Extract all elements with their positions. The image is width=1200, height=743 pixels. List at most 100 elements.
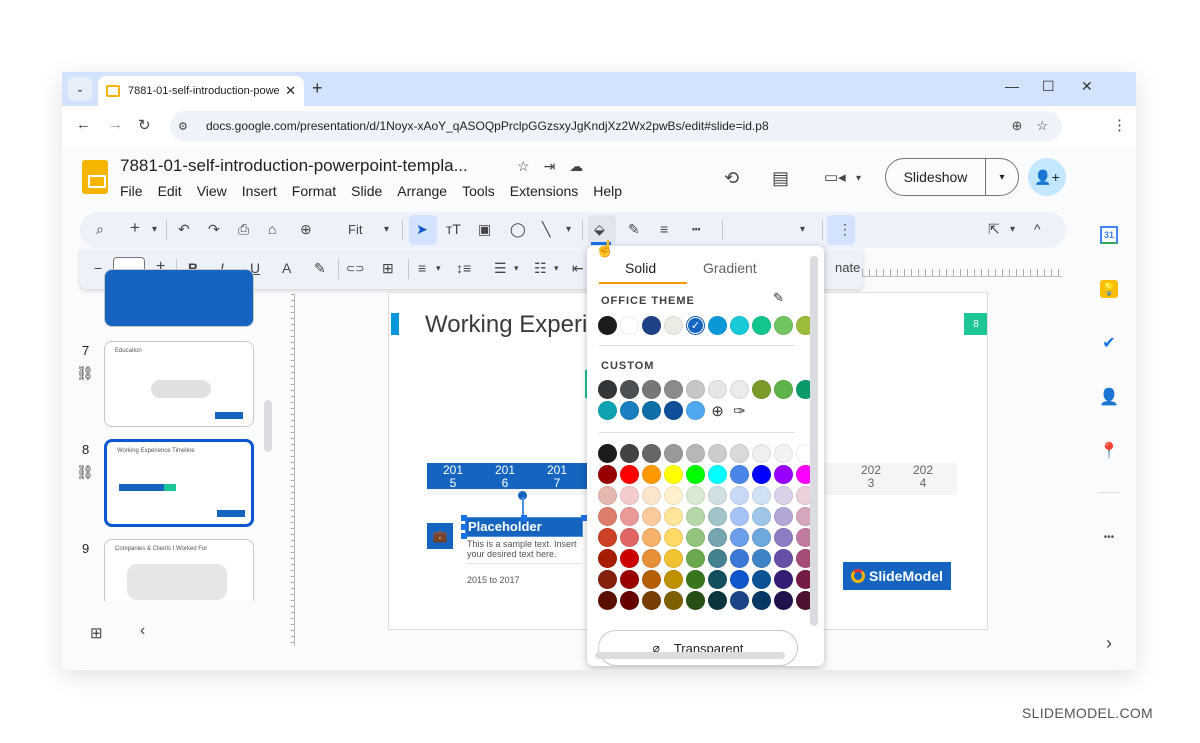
more-addons-icon[interactable]: ••• (1100, 528, 1118, 546)
palette-color-swatch[interactable] (686, 465, 705, 484)
tab-solid[interactable]: Solid (625, 260, 656, 276)
palette-color-swatch[interactable] (774, 444, 793, 463)
decrease-indent-icon[interactable]: ⇤ (572, 260, 584, 277)
palette-color-swatch[interactable] (598, 549, 617, 568)
menu-insert[interactable]: Insert (242, 183, 277, 199)
palette-color-swatch[interactable] (598, 570, 617, 589)
resize-handle[interactable] (461, 515, 467, 521)
browser-menu-icon[interactable]: ⋮ (1112, 116, 1127, 134)
collapse-toolbar-icon[interactable]: ^ (1034, 221, 1041, 237)
transparent-button[interactable]: ⌀ Transparent (598, 630, 798, 666)
palette-color-swatch[interactable] (642, 465, 661, 484)
theme-color-swatch[interactable] (774, 316, 793, 335)
custom-color-swatch[interactable] (620, 380, 639, 399)
menu-file[interactable]: File (120, 183, 143, 199)
tasks-icon[interactable]: ✔ (1100, 334, 1118, 352)
eyedropper-icon[interactable]: ✑ (730, 401, 749, 420)
redo-icon[interactable]: ↷ (208, 221, 220, 238)
filmstrip-scrollbar[interactable] (264, 400, 272, 452)
palette-color-swatch[interactable] (598, 486, 617, 505)
palette-color-swatch[interactable] (642, 549, 661, 568)
palette-color-swatch[interactable] (642, 528, 661, 547)
menu-tools[interactable]: Tools (462, 183, 495, 199)
url-text[interactable]: docs.google.com/presentation/d/1Noyx-xAo… (206, 119, 1011, 133)
share-button[interactable]: 👤+ (1028, 158, 1066, 196)
slide-thumbnail-7[interactable]: Education (104, 341, 254, 427)
palette-color-swatch[interactable] (664, 486, 683, 505)
palette-color-swatch[interactable] (774, 549, 793, 568)
palette-color-swatch[interactable] (664, 465, 683, 484)
move-folder-icon[interactable]: ⇥ (544, 158, 556, 175)
grid-view-icon[interactable]: ⊞ (90, 624, 103, 642)
collapse-filmstrip-icon[interactable]: ‹ (140, 622, 145, 640)
search-menus-icon[interactable]: ⌕ (96, 221, 104, 238)
numbered-dropdown-icon[interactable]: ▾ (554, 263, 559, 274)
palette-color-swatch[interactable] (730, 507, 749, 526)
popup-vertical-scrollbar[interactable] (810, 256, 818, 626)
palette-color-swatch[interactable] (752, 486, 771, 505)
body-text[interactable]: This is a sample text. Insert your desir… (467, 539, 587, 559)
palette-color-swatch[interactable] (752, 528, 771, 547)
palette-color-swatch[interactable] (708, 591, 727, 610)
line-icon[interactable]: ╲ (542, 221, 550, 238)
undo-icon[interactable]: ↶ (178, 221, 190, 238)
expand-side-panel-icon[interactable]: › (1100, 633, 1118, 653)
palette-color-swatch[interactable] (686, 591, 705, 610)
palette-color-swatch[interactable] (620, 570, 639, 589)
palette-color-swatch[interactable] (642, 486, 661, 505)
menu-slide[interactable]: Slide (351, 183, 382, 199)
edit-theme-icon[interactable]: ✎ (773, 290, 784, 306)
palette-color-swatch[interactable] (774, 570, 793, 589)
palette-color-swatch[interactable] (752, 465, 771, 484)
palette-color-swatch[interactable] (730, 486, 749, 505)
palette-color-swatch[interactable] (708, 465, 727, 484)
bookmark-star-icon[interactable]: ☆ (1036, 118, 1048, 134)
palette-color-swatch[interactable] (774, 507, 793, 526)
palette-color-swatch[interactable] (598, 591, 617, 610)
palette-color-swatch[interactable] (730, 570, 749, 589)
zoom-select[interactable]: Fit (348, 222, 362, 237)
address-bar[interactable]: ⚙ docs.google.com/presentation/d/1Noyx-x… (170, 111, 1062, 141)
resize-handle[interactable] (461, 524, 467, 530)
menu-arrange[interactable]: Arrange (397, 183, 447, 199)
custom-color-swatch[interactable] (686, 401, 705, 420)
resize-handle[interactable] (521, 515, 527, 521)
palette-color-swatch[interactable] (620, 507, 639, 526)
slide-thumbnail-9[interactable]: Companies & Clients I Worked For (104, 539, 254, 601)
palette-color-swatch[interactable] (642, 507, 661, 526)
align-dropdown-icon[interactable]: ▾ (436, 263, 441, 274)
palette-color-swatch[interactable] (598, 465, 617, 484)
zoom-dropdown-icon[interactable]: ▾ (384, 224, 389, 235)
tab-gradient[interactable]: Gradient (703, 260, 757, 276)
palette-color-swatch[interactable] (686, 486, 705, 505)
palette-color-swatch[interactable] (774, 465, 793, 484)
popup-horizontal-scrollbar[interactable] (595, 652, 785, 659)
palette-color-swatch[interactable] (620, 444, 639, 463)
zoom-icon[interactable]: ⊕ (1011, 118, 1022, 134)
palette-color-swatch[interactable] (664, 570, 683, 589)
theme-color-swatch[interactable] (708, 316, 727, 335)
menu-format[interactable]: Format (292, 183, 336, 199)
new-slide-button[interactable]: + (130, 218, 140, 238)
textbox-icon[interactable]: ᴛT (446, 221, 461, 237)
palette-color-swatch[interactable] (620, 486, 639, 505)
theme-color-swatch-selected[interactable]: ✓ (686, 316, 705, 335)
forward-button[interactable]: → (108, 116, 123, 133)
custom-color-swatch[interactable] (620, 401, 639, 420)
palette-color-swatch[interactable] (620, 465, 639, 484)
document-title[interactable]: 7881-01-self-introduction-powerpoint-tem… (120, 156, 468, 176)
palette-color-swatch[interactable] (686, 444, 705, 463)
maximize-button[interactable]: ☐ (1042, 78, 1055, 95)
custom-color-swatch[interactable] (686, 380, 705, 399)
palette-color-swatch[interactable] (620, 591, 639, 610)
palette-color-swatch[interactable] (620, 549, 639, 568)
palette-color-swatch[interactable] (708, 507, 727, 526)
palette-color-swatch[interactable] (774, 486, 793, 505)
palette-color-swatch[interactable] (708, 549, 727, 568)
menu-edit[interactable]: Edit (158, 183, 182, 199)
custom-color-swatch[interactable] (708, 380, 727, 399)
add-comment-icon[interactable]: ⊞ (382, 260, 394, 277)
align-icon[interactable]: ≡ (418, 260, 426, 276)
site-info-icon[interactable]: ⚙ (178, 120, 198, 133)
theme-color-swatch[interactable] (752, 316, 771, 335)
